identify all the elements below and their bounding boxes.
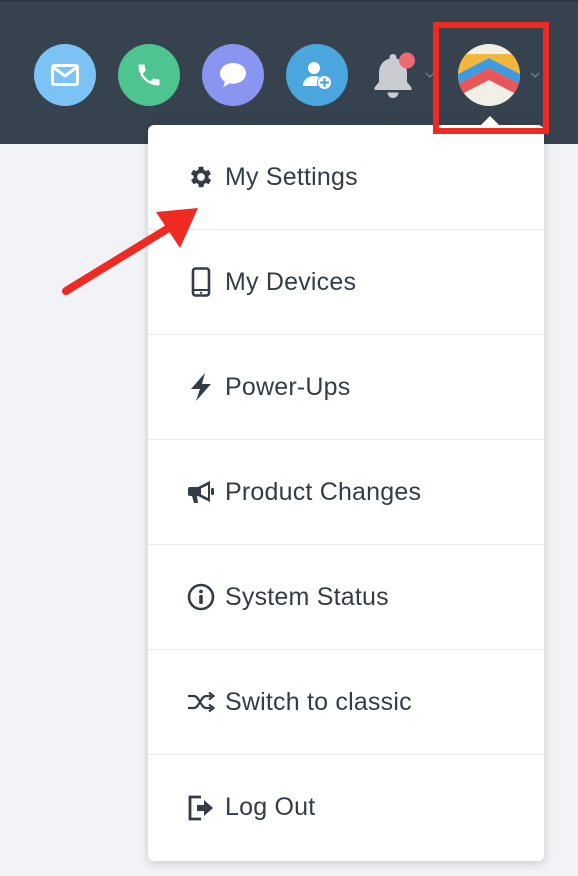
menu-item-label: Switch to classic xyxy=(225,687,412,716)
phone-button[interactable] xyxy=(118,44,180,106)
avatar-logo-icon xyxy=(458,44,520,106)
add-contact-button[interactable] xyxy=(286,44,348,106)
menu-item-label: My Settings xyxy=(225,162,358,191)
shuffle-icon xyxy=(186,687,216,717)
email-button[interactable] xyxy=(34,44,96,106)
menu-item-power-ups[interactable]: Power-Ups xyxy=(148,335,544,440)
menu-item-label: Log Out xyxy=(225,793,316,821)
menu-item-log-out[interactable]: Log Out xyxy=(148,755,544,860)
menu-item-product-changes[interactable]: Product Changes xyxy=(148,440,544,545)
bell-icon xyxy=(374,52,415,98)
chat-button[interactable] xyxy=(202,44,264,106)
lightning-bolt-icon xyxy=(186,372,216,402)
add-contact-icon xyxy=(303,62,331,89)
avatar-chevron-down-icon[interactable] xyxy=(530,70,540,80)
info-circle-icon xyxy=(186,582,216,612)
menu-item-switch-to-classic[interactable]: Switch to classic xyxy=(148,650,544,755)
menu-item-label: My Devices xyxy=(225,267,357,296)
menu-item-system-status[interactable]: System Status xyxy=(148,545,544,650)
menu-item-label: Power-Ups xyxy=(225,372,351,401)
menu-item-label: System Status xyxy=(225,582,389,611)
menu-item-my-settings[interactable]: My Settings xyxy=(148,125,544,230)
sign-out-icon xyxy=(186,793,216,823)
menu-item-label: Product Changes xyxy=(225,477,422,506)
avatar[interactable] xyxy=(458,44,520,106)
notifications-button[interactable] xyxy=(364,48,422,106)
mobile-phone-icon xyxy=(186,267,216,297)
phone-icon xyxy=(138,64,160,86)
chat-bubble-icon xyxy=(220,63,246,87)
megaphone-icon xyxy=(186,477,216,507)
account-dropdown-menu: My Settings My Devices Power-Ups Product… xyxy=(148,116,544,861)
notification-dot xyxy=(399,52,415,69)
topbar-edge xyxy=(0,0,578,2)
envelope-icon xyxy=(51,64,79,86)
menu-item-my-devices[interactable]: My Devices xyxy=(148,230,544,335)
chevron-down-icon[interactable] xyxy=(425,70,435,80)
gear-icon xyxy=(186,162,216,192)
